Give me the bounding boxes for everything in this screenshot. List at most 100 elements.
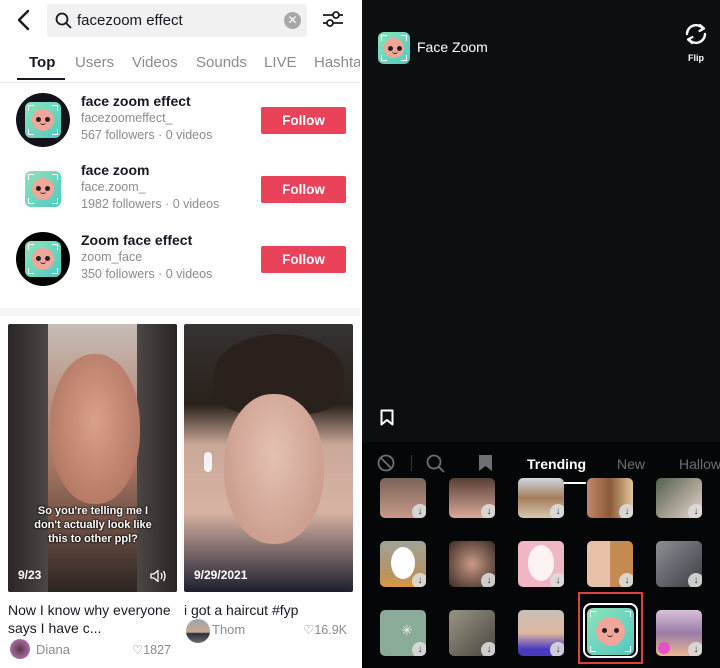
back-chevron-icon[interactable] xyxy=(14,8,34,32)
author-avatar[interactable] xyxy=(186,619,210,643)
user-row[interactable]: face zoom face.zoom_ 1982 followers · 0 … xyxy=(0,162,360,228)
tabs-separator xyxy=(411,455,412,471)
author-name[interactable]: Thom xyxy=(212,622,245,637)
download-icon: ↓ xyxy=(688,642,702,656)
follow-button[interactable]: Follow xyxy=(261,246,346,273)
effect-tile[interactable]: ↓ xyxy=(656,610,702,656)
download-icon: ↓ xyxy=(412,504,426,518)
follow-button[interactable]: Follow xyxy=(261,176,346,203)
user-avatar[interactable] xyxy=(16,93,70,147)
face-zoom-logo-icon xyxy=(25,241,61,277)
download-icon: ↓ xyxy=(619,504,633,518)
effect-tile[interactable]: ↓ xyxy=(656,541,702,587)
video-caption[interactable]: Now I know why everyone says I have c... xyxy=(8,601,177,637)
search-input[interactable]: facezoom effect ✕ xyxy=(47,4,307,37)
face-zoom-logo-icon xyxy=(25,171,61,207)
download-icon: ↓ xyxy=(550,504,564,518)
tab-hashtags[interactable]: Hashtags xyxy=(314,54,360,71)
user-avatar[interactable] xyxy=(16,162,70,216)
user-row[interactable]: Zoom face effect zoom_face 350 followers… xyxy=(0,232,360,298)
effect-tile[interactable]: ↓ xyxy=(449,478,495,518)
effect-tile[interactable]: ↓ xyxy=(518,541,564,587)
saved-effects-icon[interactable] xyxy=(478,454,493,472)
download-icon: ↓ xyxy=(481,504,495,518)
user-row[interactable]: face zoom effect facezoomeffect_ 567 fol… xyxy=(0,93,360,159)
tray-tab-halloween[interactable]: Halloween xyxy=(679,456,720,472)
video-date: 9/29/2021 xyxy=(194,568,248,582)
tab-top[interactable]: Top xyxy=(29,54,55,71)
clear-search-icon[interactable]: ✕ xyxy=(284,12,301,29)
author-avatar[interactable] xyxy=(10,639,30,659)
filter-sliders-icon[interactable] xyxy=(322,9,344,29)
user-avatar[interactable] xyxy=(16,232,70,286)
download-icon: ↓ xyxy=(619,573,633,587)
effect-tile[interactable]: ✳ ↓ xyxy=(380,610,426,656)
tab-videos[interactable]: Videos xyxy=(132,54,178,71)
camera-effects-panel: Face Zoom Flip Trending New Halloween ↓ … xyxy=(362,0,720,668)
flip-camera-icon xyxy=(685,23,707,45)
effect-tile[interactable]: ↓ xyxy=(518,478,564,518)
video-thumbnail[interactable]: So you're telling me I don't actually lo… xyxy=(8,324,177,592)
search-effects-icon[interactable] xyxy=(426,454,445,473)
effect-name: Face Zoom xyxy=(417,39,488,55)
selected-effect-highlight xyxy=(578,592,643,664)
download-icon: ↓ xyxy=(412,642,426,656)
download-icon: ↓ xyxy=(550,642,564,656)
favorite-effect-button[interactable] xyxy=(372,400,402,434)
search-query[interactable]: facezoom effect xyxy=(77,12,183,29)
user-name: face zoom effect xyxy=(81,93,191,109)
effect-tile[interactable]: ↓ xyxy=(587,478,633,518)
effect-tile[interactable]: ↓ xyxy=(518,610,564,656)
follow-button[interactable]: Follow xyxy=(261,107,346,134)
bookmark-icon xyxy=(380,409,394,425)
active-tab-indicator xyxy=(17,78,65,80)
heart-outline-icon: ♡ xyxy=(131,643,144,657)
like-count: ♡16.9K xyxy=(303,623,347,637)
like-count: ♡1827 xyxy=(131,643,171,657)
flip-label: Flip xyxy=(688,53,704,63)
section-divider xyxy=(0,308,360,316)
user-stats: 1982 followers · 0 videos xyxy=(81,197,220,211)
tab-users[interactable]: Users xyxy=(75,54,114,71)
download-icon: ↓ xyxy=(688,504,702,518)
video-date: 9/23 xyxy=(18,568,42,582)
download-icon: ↓ xyxy=(550,573,564,587)
effect-icon xyxy=(378,32,410,64)
effect-tile[interactable]: ↓ xyxy=(656,478,702,518)
download-icon: ↓ xyxy=(412,573,426,587)
user-stats: 350 followers · 0 videos xyxy=(81,267,213,281)
no-effect-icon[interactable] xyxy=(377,454,395,472)
flip-camera-button[interactable]: Flip xyxy=(678,22,714,63)
search-results-panel: facezoom effect ✕ Top Users Videos Sound… xyxy=(0,0,360,668)
video-overlay-text: So you're telling me I don't actually lo… xyxy=(34,505,152,545)
effect-tile[interactable]: ↓ xyxy=(587,541,633,587)
video-card[interactable]: So you're telling me I don't actually lo… xyxy=(8,324,177,661)
tabs-divider xyxy=(0,82,360,83)
effect-tile[interactable]: ↓ xyxy=(380,478,426,518)
user-handle: face.zoom_ xyxy=(81,180,146,194)
download-icon: ↓ xyxy=(688,573,702,587)
author-name[interactable]: Diana xyxy=(36,642,70,657)
video-thumbnail[interactable]: 9/29/2021 xyxy=(184,324,353,592)
effect-tile[interactable]: ↓ xyxy=(380,541,426,587)
user-stats: 567 followers · 0 videos xyxy=(81,128,213,142)
tray-tab-new[interactable]: New xyxy=(617,456,645,472)
download-icon: ↓ xyxy=(481,573,495,587)
tray-tab-trending[interactable]: Trending xyxy=(527,456,586,472)
effect-tile[interactable]: ↓ xyxy=(449,541,495,587)
user-name: Zoom face effect xyxy=(81,232,193,248)
download-icon: ↓ xyxy=(481,642,495,656)
video-card[interactable]: 9/29/2021 i got a haircut #fyp Thom ♡16.… xyxy=(184,324,353,643)
face-zoom-logo-icon xyxy=(378,32,410,64)
face-zoom-logo-icon xyxy=(25,102,61,138)
video-meta: Diana ♡1827 xyxy=(8,639,177,661)
search-tabs: Top Users Videos Sounds LIVE Hashtags xyxy=(0,52,360,82)
user-handle: facezoomeffect_ xyxy=(81,111,173,125)
sound-on-icon[interactable] xyxy=(149,569,167,583)
tab-sounds[interactable]: Sounds xyxy=(196,54,247,71)
multi-effect-badge-icon xyxy=(658,642,670,654)
effect-tile[interactable]: ↓ xyxy=(449,610,495,656)
video-meta: Thom ♡16.9K xyxy=(184,619,353,643)
tab-live[interactable]: LIVE xyxy=(264,54,297,71)
user-handle: zoom_face xyxy=(81,250,143,264)
